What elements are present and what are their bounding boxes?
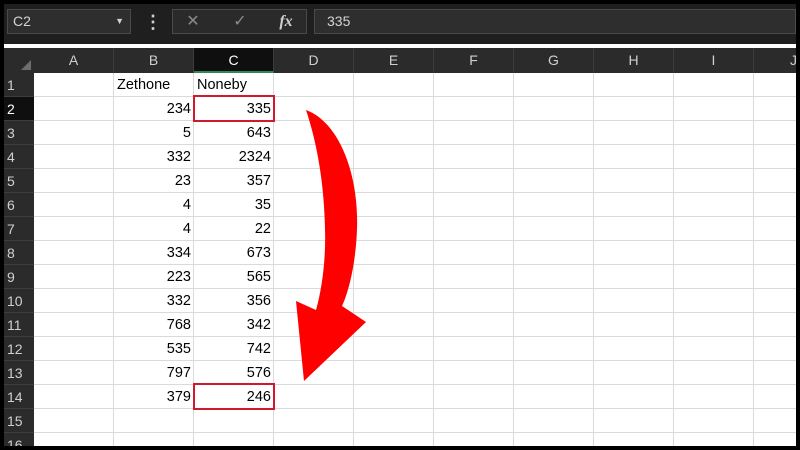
cell-c8[interactable]: 673 (194, 241, 274, 265)
row-header-5[interactable]: 5 (4, 169, 34, 193)
row-header-2[interactable]: 2 (4, 97, 34, 121)
cell-b11[interactable]: 768 (114, 313, 194, 337)
select-all-triangle-icon (21, 60, 31, 70)
row-header-8[interactable]: 8 (4, 241, 34, 265)
grid-hline (34, 432, 796, 433)
fx-icon[interactable]: fx (271, 10, 301, 33)
cell-c13[interactable]: 576 (194, 361, 274, 385)
row-header-4[interactable]: 4 (4, 145, 34, 169)
column-header-a[interactable]: A (34, 48, 114, 73)
column-header-d[interactable]: D (274, 48, 354, 73)
column-header-e[interactable]: E (354, 48, 434, 73)
cell-c1-header[interactable]: Noneby (194, 73, 274, 97)
cell-c9[interactable]: 565 (194, 265, 274, 289)
cell-c7[interactable]: 22 (194, 217, 274, 241)
cell-b9[interactable]: 223 (114, 265, 194, 289)
highlight-box-c2 (193, 95, 275, 122)
cell-c11[interactable]: 342 (194, 313, 274, 337)
cell-c12[interactable]: 742 (194, 337, 274, 361)
cell-c6[interactable]: 35 (194, 193, 274, 217)
column-header-f[interactable]: F (434, 48, 514, 73)
column-header-h[interactable]: H (594, 48, 674, 73)
row-header-10[interactable]: 10 (4, 289, 34, 313)
check-icon[interactable]: ✓ (225, 10, 255, 33)
select-all-button[interactable] (4, 48, 34, 73)
column-header-c[interactable]: C (194, 48, 274, 73)
x-icon[interactable]: ✕ (178, 10, 208, 33)
formula-bar: C2 ▼ ⋮ ✕ ✓ fx 335 (4, 4, 796, 44)
grid-vline (593, 73, 594, 446)
formula-input[interactable]: 335 (314, 9, 796, 34)
row-header-15[interactable]: 15 (4, 409, 34, 433)
cell-b13[interactable]: 797 (114, 361, 194, 385)
name-box[interactable]: C2 ▼ (7, 9, 131, 34)
column-header-i[interactable]: I (674, 48, 754, 73)
cell-b8[interactable]: 334 (114, 241, 194, 265)
row-header-3[interactable]: 3 (4, 121, 34, 145)
cell-b3[interactable]: 5 (114, 121, 194, 145)
row-header-6[interactable]: 6 (4, 193, 34, 217)
row-header-12[interactable]: 12 (4, 337, 34, 361)
highlight-box-c14 (193, 383, 275, 410)
row-header-14[interactable]: 14 (4, 385, 34, 409)
row-header-13[interactable]: 13 (4, 361, 34, 385)
grid-vline (513, 73, 514, 446)
row-header-11[interactable]: 11 (4, 313, 34, 337)
cell-b10[interactable]: 332 (114, 289, 194, 313)
column-header-b[interactable]: B (114, 48, 194, 73)
column-header-j[interactable]: J (754, 48, 796, 73)
formula-actions: ✕ ✓ fx (172, 9, 307, 34)
row-header-16[interactable]: 16 (4, 433, 34, 446)
caret-down-icon[interactable]: ▼ (115, 10, 124, 33)
cell-grid[interactable]: Zethone Noneby 234 5 332 23 4 4 334 223 332 768 535 7… (34, 73, 796, 446)
row-header-7[interactable]: 7 (4, 217, 34, 241)
cell-b1-header[interactable]: Zethone (114, 73, 194, 97)
row-header-1[interactable]: 1 (4, 73, 34, 97)
cell-c10[interactable]: 356 (194, 289, 274, 313)
grid-vline (673, 73, 674, 446)
cell-b5[interactable]: 23 (114, 169, 194, 193)
cell-c4[interactable]: 2324 (194, 145, 274, 169)
grid-vline (353, 73, 354, 446)
cell-c3[interactable]: 643 (194, 121, 274, 145)
cell-b7[interactable]: 4 (114, 217, 194, 241)
name-box-value: C2 (13, 13, 31, 29)
cell-b12[interactable]: 535 (114, 337, 194, 361)
cell-b6[interactable]: 4 (114, 193, 194, 217)
grid-vline (433, 73, 434, 446)
row-header-9[interactable]: 9 (4, 265, 34, 289)
cell-b2[interactable]: 234 (114, 97, 194, 121)
column-header-g[interactable]: G (514, 48, 594, 73)
column-header-row: ABCDEFGHIJ (4, 48, 796, 73)
grid-vline (753, 73, 754, 446)
vertical-dots-icon[interactable]: ⋮ (144, 11, 162, 33)
cell-c5[interactable]: 357 (194, 169, 274, 193)
excel-window: C2 ▼ ⋮ ✕ ✓ fx 335 ABCDEFGHIJ 1 2 3 4 5 6 7 8 9 10… (4, 4, 796, 446)
cell-b4[interactable]: 332 (114, 145, 194, 169)
cell-b14[interactable]: 379 (114, 385, 194, 409)
